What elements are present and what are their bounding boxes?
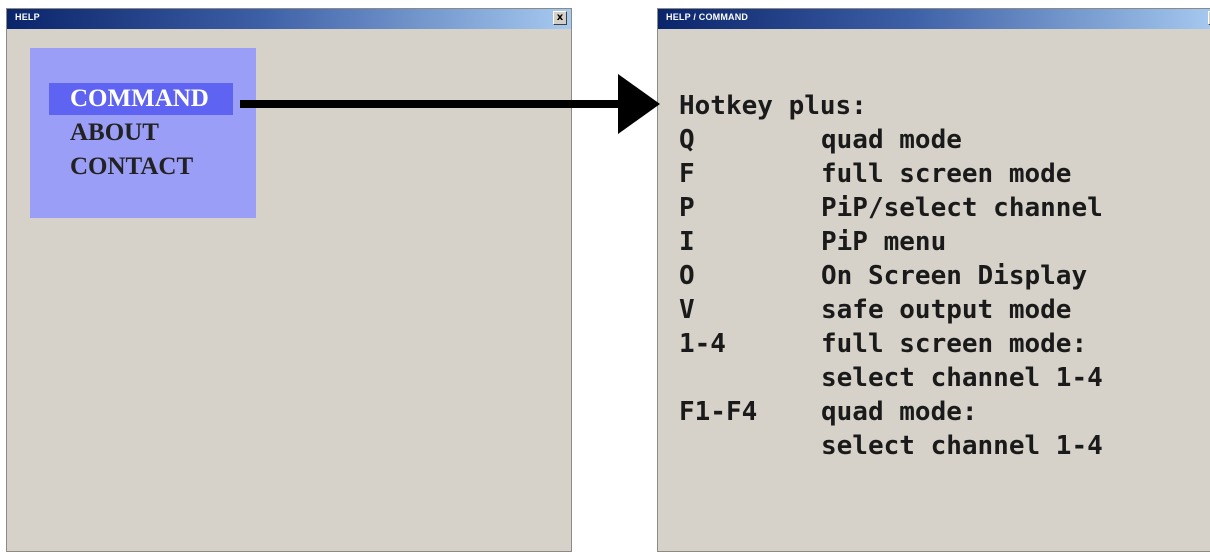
command-desc: PiP menu xyxy=(821,227,947,257)
command-key xyxy=(679,361,821,395)
help-menu: COMMAND ABOUT CONTACT xyxy=(30,48,256,218)
command-desc: full screen mode xyxy=(821,159,1072,189)
command-row: P PiP/select channel xyxy=(679,191,1103,225)
command-row: V safe output mode xyxy=(679,293,1103,327)
command-desc: PiP/select channel xyxy=(821,193,1103,223)
command-window-title: HELP / COMMAND xyxy=(666,12,749,22)
command-list: Hotkey plus: Q quad mode F full screen m… xyxy=(679,89,1103,463)
command-row: F full screen mode xyxy=(679,157,1103,191)
menu-item-about[interactable]: ABOUT xyxy=(49,117,183,149)
command-heading: Hotkey plus: xyxy=(679,91,867,121)
command-key: O xyxy=(679,261,695,291)
command-row: O On Screen Display xyxy=(679,259,1103,293)
command-row: Q quad mode xyxy=(679,123,1103,157)
command-key: F1-F4 xyxy=(679,397,758,427)
command-key: Q xyxy=(679,125,695,155)
command-row: 1-4 full screen mode: xyxy=(679,327,1103,361)
command-key: V xyxy=(679,295,695,325)
command-window: HELP / COMMAND x Hotkey plus: Q quad mod… xyxy=(657,8,1210,552)
command-key: F xyxy=(679,159,695,189)
arrow-right-icon xyxy=(240,74,660,134)
menu-item-command[interactable]: COMMAND xyxy=(49,83,233,115)
help-window-close-button[interactable]: x xyxy=(553,11,567,25)
command-key xyxy=(679,429,821,463)
menu-item-contact[interactable]: CONTACT xyxy=(49,151,217,183)
command-key: I xyxy=(679,227,695,257)
command-desc: select channel 1-4 xyxy=(821,363,1103,393)
command-key: P xyxy=(679,193,695,223)
command-row: select channel 1-4 xyxy=(679,429,1103,463)
command-desc: quad mode: xyxy=(821,397,978,427)
command-row: select channel 1-4 xyxy=(679,361,1103,395)
command-window-titlebar[interactable]: HELP / COMMAND x xyxy=(658,9,1210,29)
command-row: I PiP menu xyxy=(679,225,1103,259)
command-desc: full screen mode: xyxy=(821,329,1088,359)
command-key: 1-4 xyxy=(679,329,726,359)
command-desc: safe output mode xyxy=(821,295,1072,325)
command-desc: select channel 1-4 xyxy=(821,431,1103,461)
command-row: F1-F4 quad mode: xyxy=(679,395,1103,429)
command-desc: quad mode xyxy=(821,125,962,155)
command-desc: On Screen Display xyxy=(821,261,1088,291)
help-window-title: HELP xyxy=(15,12,40,22)
help-window-titlebar[interactable]: HELP x xyxy=(7,9,571,29)
